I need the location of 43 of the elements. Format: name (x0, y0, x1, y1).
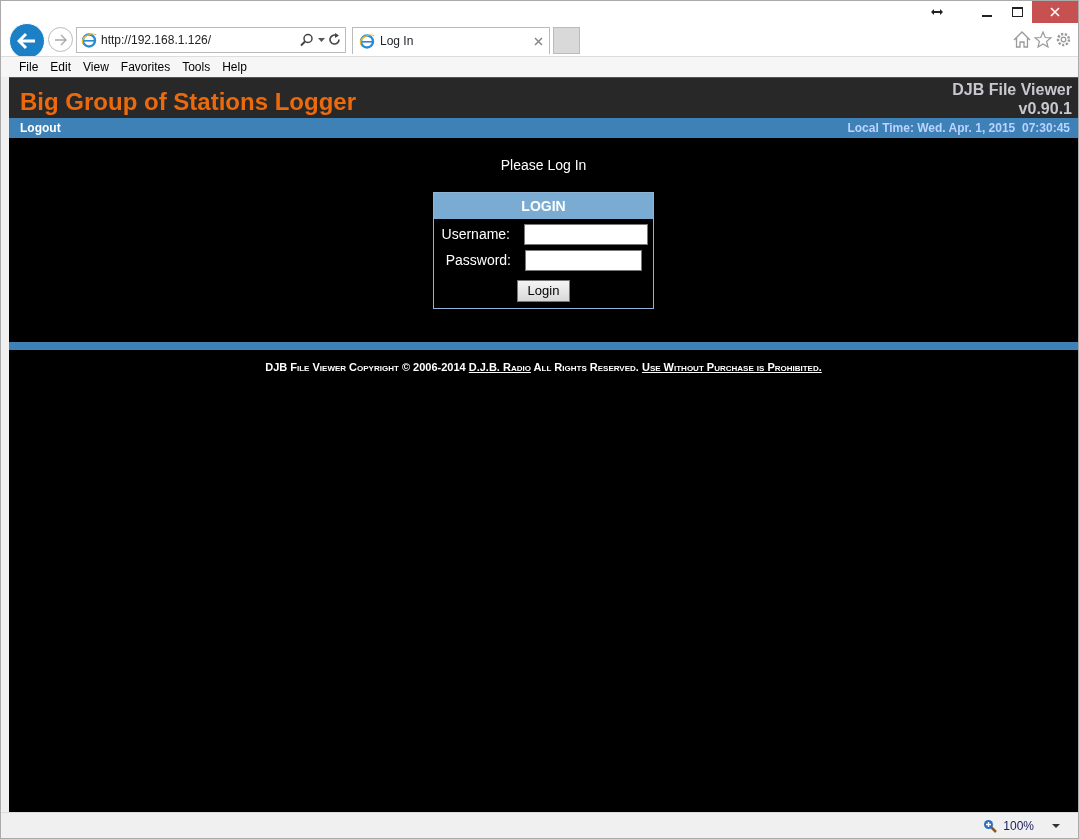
company-link[interactable]: D.J.B. Radio (468, 361, 531, 373)
local-time: Local Time: Wed. Apr. 1, 2015 07:30:45 (847, 120, 1070, 137)
login-heading: LOGIN (434, 193, 653, 219)
zoom-icon[interactable] (983, 818, 998, 833)
close-icon[interactable] (534, 36, 543, 46)
home-icon[interactable] (1013, 31, 1031, 48)
refresh-icon[interactable] (329, 33, 341, 46)
menu-item[interactable]: File (13, 58, 45, 76)
browser-tab[interactable]: Log In (352, 27, 550, 54)
logout-link[interactable]: Logout (20, 119, 61, 137)
settings-icon[interactable] (1055, 31, 1072, 48)
browser-logo-icon (359, 33, 375, 49)
search-icon[interactable] (300, 32, 314, 47)
address-field[interactable]: http://192.168.1.126/ (76, 26, 346, 53)
close-icon (1050, 7, 1060, 17)
tab-title: Log In (380, 33, 415, 50)
menu-item[interactable]: Help (216, 58, 253, 76)
back-button[interactable] (9, 23, 45, 59)
menu-item[interactable]: Tools (176, 58, 217, 76)
forward-arrow-icon (53, 33, 68, 46)
maximize-icon (1011, 7, 1023, 17)
caret-icon[interactable] (1052, 823, 1060, 828)
field-label: Username: (440, 225, 510, 244)
login-button[interactable]: Login (516, 280, 571, 302)
minimize-icon (982, 15, 992, 17)
zoom-level[interactable]: 100% (1003, 816, 1034, 835)
caret-icon[interactable] (318, 37, 325, 42)
menu-item[interactable]: Favorites (114, 58, 177, 76)
copyright-notice: DJB File Viewer Copyright © 2006-2014 D.J.B. Radio All Rights Reserved. Use Without Purchase is Prohibited. (265, 361, 822, 373)
back-arrow-icon (17, 32, 37, 50)
login-prompt: Please Log In (500, 157, 587, 173)
product-name: DJB File Viewer (952, 80, 1072, 99)
app-title: Big Group of Stations Logger (20, 87, 356, 117)
menu-item[interactable]: Edit (44, 58, 78, 76)
url-text[interactable]: http://192.168.1.126/ (101, 30, 296, 49)
field-label: Password: (444, 251, 511, 270)
input-field[interactable] (525, 250, 642, 271)
version-label: v0.90.1 (1017, 99, 1072, 118)
star-icon[interactable] (1034, 31, 1052, 48)
input-field[interactable] (524, 224, 648, 245)
menu-item[interactable]: View (77, 58, 115, 76)
browser-logo-icon (81, 31, 97, 48)
terms-link[interactable]: Use Without Purchase is Prohibited. (641, 361, 822, 373)
